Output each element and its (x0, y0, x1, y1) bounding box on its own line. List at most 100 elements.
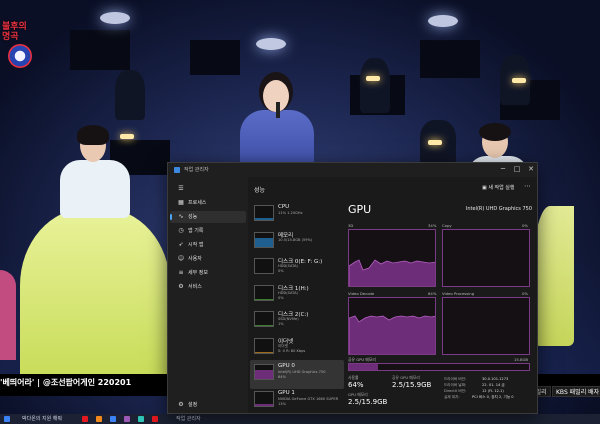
resource-sparkline (254, 390, 274, 407)
taskbar-app-icon[interactable] (82, 416, 88, 422)
stand-lamp (428, 140, 442, 145)
run-new-task-button[interactable]: ▣ 새 작업 실행 (482, 184, 515, 191)
start-icon[interactable] (4, 416, 10, 422)
sidebar: ☰ ▦ 프로세스 ∿ 성능 ◷ 앱 기록 ➶ 시작 앱 ☺ 사용자 ≡ 세부 정… (168, 177, 248, 413)
taskbar-app-icon[interactable] (96, 416, 102, 422)
hamburger-icon: ☰ (178, 185, 184, 192)
resource-item-디스크-2-c[interactable]: 디스크 2(C:) SSD(NVMe) 1% (250, 307, 344, 336)
stat-value-utilization: 64% (348, 381, 364, 389)
sidebar-item-processes[interactable]: ▦ 프로세스 (170, 197, 246, 209)
performance-icon: ∿ (178, 213, 184, 220)
close-icon[interactable]: ✕ (526, 164, 536, 174)
sidebar-item-details[interactable]: ≡ 세부 정보 (170, 267, 246, 279)
resource-value: 13% (278, 401, 286, 406)
graph-3d-plot (349, 259, 435, 286)
resource-sparkline (254, 364, 274, 380)
resource-item-디스크-0-e-f-g[interactable]: 디스크 0(E: F: G:) HDD(SATA) 0% (250, 254, 344, 283)
graph-label-video-processing: Video Processing (442, 291, 475, 296)
info-value: 22. 01. 14 금 (482, 383, 505, 387)
minimize-icon[interactable]: ─ (498, 164, 508, 174)
title-bar[interactable]: 작업 관리자 ─ □ ✕ (168, 163, 537, 177)
resource-sub: 10.5/15.8GB (59%) (278, 237, 313, 242)
resource-list: CPU 11% 1.20GHz 메모리 10.5/15.8GB (59%) 디스크 0(… (248, 199, 346, 413)
musician (360, 58, 390, 113)
services-icon: ⚙ (178, 283, 184, 290)
performer-edge (0, 270, 16, 360)
music-stand (420, 40, 480, 78)
taskbar-app-icon[interactable] (124, 416, 130, 422)
resource-item-메모리[interactable]: 메모리 10.5/15.8GB (59%) (250, 228, 344, 257)
users-icon: ☺ (177, 255, 185, 262)
resource-sparkline (254, 284, 274, 301)
graph-label-3d: 3D (348, 223, 354, 228)
sidebar-item-app-history[interactable]: ◷ 앱 기록 (170, 225, 246, 237)
info-value: 12 (FL 12.1) (482, 389, 504, 393)
gpu-model-name: Intel(R) UHD Graphics 750 (465, 206, 532, 212)
resource-name: GPU 0 (278, 363, 295, 369)
resource-sub: HDD(SATA) (278, 290, 298, 295)
stand-lamp (512, 78, 526, 83)
sidebar-item-label: 세부 정보 (188, 270, 208, 276)
sidebar-item-services[interactable]: ⚙ 서비스 (170, 281, 246, 293)
info-key: 드라이버 버전: (444, 377, 467, 381)
channel-logo-text: 불후의 명곡 (2, 22, 27, 42)
taskbar-app-icon[interactable] (110, 416, 116, 422)
sidebar-item-users[interactable]: ☺ 사용자 (170, 253, 246, 265)
performance-panel: 성능 ▣ 새 작업 실행 ⋯ CPU 11% 1.20GHz 메모리 10.5/15.… (248, 177, 537, 413)
sidebar-item-settings[interactable]: ⚙ 설정 (170, 399, 246, 411)
video-title[interactable]: '베띄어라' | @조선팝어게인 220201 (0, 377, 131, 388)
graph-pct-video-decode: 64% (428, 291, 437, 296)
more-options-icon[interactable]: ⋯ (524, 182, 531, 190)
app-history-icon: ◷ (178, 227, 184, 234)
sidebar-item-label: 서비스 (188, 284, 202, 290)
resource-sparkline-fill (255, 370, 273, 379)
graph-copy-plot (443, 230, 530, 287)
stage-light (256, 38, 286, 50)
graph-pct-3d: 34% (428, 223, 437, 228)
resource-sub: NVIDIA GeForce GTX 1660 SUPER (278, 396, 339, 401)
graph-video-processing-plot (443, 298, 530, 355)
resource-sparkline-fill (255, 403, 273, 406)
sidebar-item-label: 설정 (188, 402, 198, 408)
sidebar-item-label: 앱 기록 (188, 228, 204, 234)
music-stand (70, 30, 130, 70)
resource-value: 0% (278, 295, 284, 300)
performer-center (236, 72, 316, 180)
sidebar-item-performance[interactable]: ∿ 성능 (170, 211, 246, 223)
resource-sparkline (254, 258, 274, 274)
stand-lamp (366, 76, 380, 81)
resource-sparkline (254, 231, 274, 248)
resource-item-gpu-0[interactable]: GPU 0 Intel(R) UHD Graphics 750 64% (250, 360, 344, 389)
sidebar-item-startup[interactable]: ➶ 시작 앱 (170, 239, 246, 251)
resource-sparkline (254, 311, 274, 327)
sidebar-item-label: 사용자 (188, 256, 202, 262)
run-task-label: 새 작업 실행 (488, 185, 515, 191)
resource-sparkline (254, 337, 274, 354)
taskbar-item-task-manager[interactable]: 작업 관리자 (176, 415, 201, 423)
resource-item-디스크-1-h[interactable]: 디스크 1(H:) HDD(SATA) 0% (250, 281, 344, 310)
shared-memory-fill (349, 364, 378, 370)
resource-sub: HDD(SATA) (278, 264, 298, 268)
resource-value: 64% (278, 375, 286, 379)
page-title: 성능 (254, 187, 266, 194)
taskbar-app-icon[interactable] (152, 416, 158, 422)
chapter-chip[interactable]: KBS 패밀리 배자 (552, 386, 600, 397)
taskbar-app-icon[interactable] (138, 416, 144, 422)
resource-sparkline (254, 205, 274, 221)
graph-video-decode-plot (349, 315, 435, 354)
startup-icon: ➶ (178, 241, 184, 248)
resource-item-gpu-1[interactable]: GPU 1 NVIDIA GeForce GTX 1660 SUPER 13% (250, 387, 344, 416)
info-key: DirectX 버전: (444, 389, 467, 393)
graph-label-copy: Copy (442, 223, 452, 228)
maximize-icon[interactable]: □ (512, 164, 522, 174)
hamburger-menu-button[interactable]: ☰ (170, 183, 246, 195)
resource-sub: Intel(R) UHD Graphics 750 (278, 370, 326, 374)
resource-item-이더넷[interactable]: 이더넷 이더넷 S: 0 R: 80 Kbps (250, 334, 344, 363)
sidebar-item-label: 시작 앱 (188, 242, 204, 248)
taskbar-item-browser[interactable]: 박다온의 지원 해줘 (22, 415, 62, 423)
performer-left (20, 125, 170, 380)
resource-item-cpu[interactable]: CPU 11% 1.20GHz (250, 201, 344, 230)
resource-sub: SSD(NVMe) (278, 317, 299, 321)
resource-sparkline-fill (255, 238, 273, 247)
detail-title: GPU (348, 203, 372, 216)
